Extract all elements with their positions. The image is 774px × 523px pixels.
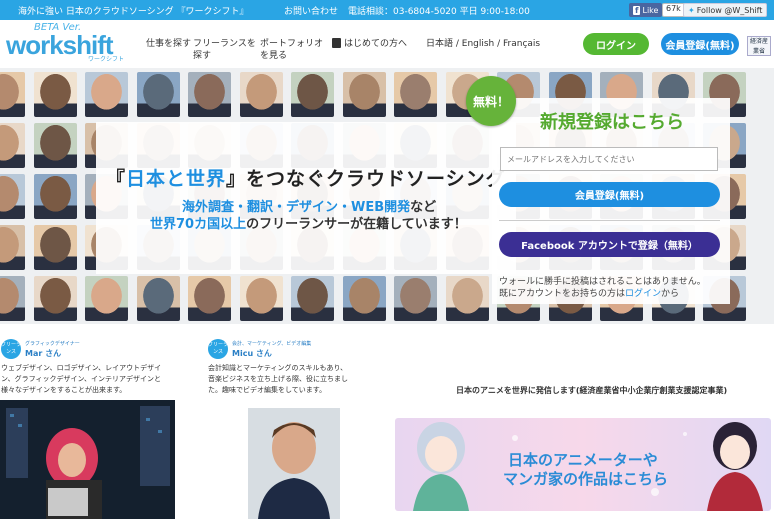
freelancer-badge: フリーランス xyxy=(208,339,228,359)
twitter-follow-label: Follow @W_Shift xyxy=(696,5,763,15)
freelancer-name[interactable]: Mar さん xyxy=(25,348,61,359)
hero-countries-highlight: 世界70カ国以上 xyxy=(150,217,247,232)
freelancer-thumbnail xyxy=(33,174,77,219)
freelancer-thumbnail xyxy=(291,72,334,117)
freelancer-thumbnail xyxy=(0,225,25,270)
freelancer-role: グラフィックデザイナー xyxy=(25,341,80,347)
existing-account-pre: 既にアカウントをお持ちの方は xyxy=(499,289,626,299)
hero-subtitle-countries: 世界70カ国以上のフリーランサーが在籍しています！ xyxy=(150,213,467,232)
freelancer-role: 会計、マーケティング、ビデオ編集 xyxy=(232,341,312,347)
free-badge: 無料！ xyxy=(466,76,516,126)
contact-link[interactable]: お問い合わせ xyxy=(284,4,338,17)
existing-account-note: 既にアカウントをお持ちの方はログインから xyxy=(499,286,679,299)
freelancer-badge: フリーランス xyxy=(1,339,21,359)
twitter-bird-icon: ✦ xyxy=(688,5,695,15)
language-switcher[interactable]: 日本語 / English / Français xyxy=(426,38,540,50)
hero-title: 『日本と世界』をつなぐクラウドソーシング xyxy=(106,164,506,191)
seal-text: 経済産業省 xyxy=(749,38,768,55)
nav-portfolio[interactable]: ポートフォリオを見る xyxy=(260,38,326,62)
freelancer-thumbnail xyxy=(0,276,25,321)
freelancer-card-micu[interactable]: フリーランス 会計、マーケティング、ビデオ編集 Micu さん 会計知識とマーケ… xyxy=(208,339,398,399)
anime-section-title: 日本のアニメを世界に発信します(経済産業省中小企業庁創業支援認定事業) xyxy=(456,386,728,395)
freelancer-thumbnail xyxy=(85,72,128,117)
nav-first-time-label: はじめての方へ xyxy=(344,39,408,49)
ministry-seal: 経済産業省 xyxy=(747,36,771,56)
site-tagline: 海外に強い 日本のクラウドソーシング 『ワークシフト』 xyxy=(18,7,249,17)
workshift-logo[interactable]: BETA Ver. workshift ワークシフト xyxy=(6,22,136,64)
panel-divider xyxy=(499,220,720,221)
freelancer-thumbnail xyxy=(342,72,386,117)
nav-first-time[interactable]: はじめての方へ xyxy=(332,38,407,50)
freelancer-thumbnail xyxy=(33,225,77,270)
twitter-follow-button[interactable]: ✦ Follow @W_Shift xyxy=(683,3,768,17)
mar-photo-illustration xyxy=(0,400,175,519)
facebook-like-label: Like xyxy=(642,5,659,15)
hero-countries-tail: のフリーランサーが在籍しています！ xyxy=(246,217,467,232)
signup-button[interactable]: 会員登録(無料) xyxy=(661,33,739,55)
hero-title-open: 『 xyxy=(106,168,127,190)
facebook-register-button[interactable]: Facebook アカウントで登録（無料） xyxy=(499,232,720,257)
hero-title-highlight: 日本と世界 xyxy=(126,168,227,190)
freelancer-thumbnail xyxy=(445,276,489,321)
login-button[interactable]: ログイン xyxy=(583,33,649,55)
freelancer-thumbnail xyxy=(0,174,25,219)
freelancer-thumbnail xyxy=(291,276,334,321)
freelancer-thumbnail xyxy=(136,72,180,117)
facebook-like-button[interactable]: f Like xyxy=(629,3,663,17)
freelancer-thumbnail xyxy=(239,276,283,321)
freelancer-thumbnail xyxy=(0,123,25,168)
logo-kana: ワークシフト xyxy=(88,56,125,63)
facebook-icon: f xyxy=(633,5,641,15)
registration-title: 新規登録はこちら xyxy=(540,112,684,133)
anime-banner-line1[interactable]: 日本のアニメーターや xyxy=(508,449,658,470)
email-input[interactable] xyxy=(500,147,718,171)
nav-find-work[interactable]: 仕事を探す xyxy=(146,38,191,50)
freelancer-card-mar[interactable]: フリーランス グラフィックデザイナー Mar さん ウェブデザイン、ロゴデザイン… xyxy=(1,339,191,399)
book-icon xyxy=(332,38,341,48)
freelancer-thumbnail xyxy=(342,276,386,321)
freelancer-thumbnail xyxy=(33,123,77,168)
nav-find-freelancer[interactable]: フリーランスを探す xyxy=(193,38,257,62)
freelancer-thumbnail xyxy=(188,72,231,117)
freelancer-thumbnail xyxy=(239,72,283,117)
freelancer-thumbnail xyxy=(188,276,231,321)
freelancer-thumbnail xyxy=(0,72,25,117)
member-register-button[interactable]: 会員登録(無料) xyxy=(499,182,720,207)
phone-info: 電話相談：03-6804-5020 平日 9:00-18:00 xyxy=(348,7,530,17)
freelancer-description: 会計知識とマーケティングのスキルもあり、音楽ビジネスを立ち上げる際、役に立ちまし… xyxy=(208,364,348,394)
anime-banner-line2[interactable]: マンガ家の作品はこちら xyxy=(503,468,668,489)
freelancer-photo-micu[interactable] xyxy=(248,408,340,519)
freelancer-photo-mar[interactable] xyxy=(0,400,175,519)
freelancer-thumbnail xyxy=(394,72,437,117)
existing-account-post: から xyxy=(661,289,680,299)
freelancer-thumbnail xyxy=(33,276,77,321)
micu-photo-illustration xyxy=(248,408,340,519)
freelancer-thumbnail xyxy=(394,276,437,321)
freelancer-name[interactable]: Micu さん xyxy=(232,348,272,359)
facebook-like-count: 67k xyxy=(662,3,685,17)
freelancer-thumbnail xyxy=(136,276,180,321)
freelancer-description: ウェブデザイン、ロゴデザイン、レイアウトデザイン、グラフィックデザイン、インテリ… xyxy=(1,364,162,394)
freelancer-thumbnail xyxy=(85,276,128,321)
freelancer-thumbnail xyxy=(33,72,77,117)
hero-title-close: 』をつなぐクラウドソーシング xyxy=(226,168,506,190)
login-link[interactable]: ログイン xyxy=(625,289,661,299)
